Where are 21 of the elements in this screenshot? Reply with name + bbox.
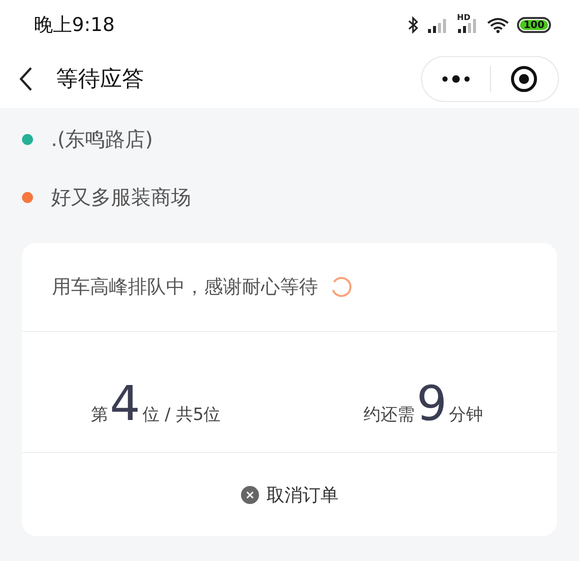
more-icon <box>440 75 471 83</box>
stat-label: 位 / 共5位 <box>142 404 221 426</box>
bluetooth-icon <box>407 16 419 34</box>
cancel-order-button[interactable]: 取消订单 <box>236 478 342 510</box>
location-name: 好又多服装商场 <box>51 184 191 210</box>
stat-label: 分钟 <box>449 404 484 426</box>
close-icon <box>240 486 258 504</box>
battery-icon: 100 <box>517 17 551 33</box>
page-title: 等待应答 <box>56 66 144 94</box>
stat-label: 约还需 <box>363 404 414 426</box>
back-icon[interactable] <box>18 66 34 92</box>
stat-number: 4 <box>110 380 140 428</box>
signal-icon <box>427 17 449 33</box>
queue-message: 用车高峰排队中，感谢耐心等待 <box>52 275 318 300</box>
wifi-icon <box>487 17 509 33</box>
target-icon <box>510 65 538 93</box>
stat-number: 9 <box>416 380 448 428</box>
status-time: 晚上9:18 <box>34 13 115 38</box>
network-label: HD <box>457 13 470 22</box>
stat-label: 第 <box>90 404 108 426</box>
location-name: .(东鸣路店) <box>51 126 153 152</box>
